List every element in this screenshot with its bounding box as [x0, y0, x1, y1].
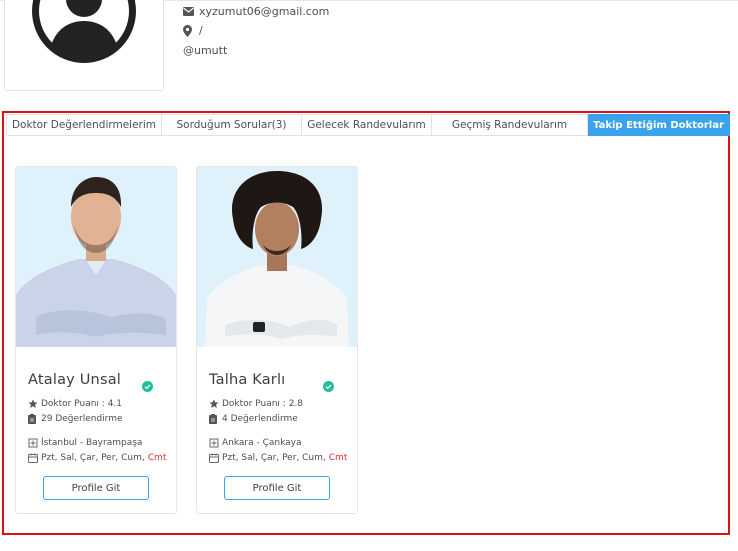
doctor-photo [16, 167, 176, 347]
doctor-card: Atalay Unsal Doktor Puanı : 4.1 29 Değer… [15, 166, 177, 514]
doctor-schedule: Pzt, Sal, Çar, Per, Cum, Cmt [28, 453, 166, 463]
doctor-location: Ankara - Çankaya [209, 438, 302, 448]
tab-upcoming-appointments[interactable]: Gelecek Randevularım [302, 114, 432, 136]
tab-followed-doctors[interactable]: Takip Ettiğim Doktorlar [588, 114, 730, 136]
profile-info: xyzumut06@gmail.com / @umutt [183, 2, 329, 60]
doctor-review-count: 4 Değerlendirme [209, 414, 298, 424]
username-handle: @umutt [183, 44, 228, 57]
tab-asked-questions[interactable]: Sorduğum Sorular(3) [162, 114, 302, 136]
doctor-name[interactable]: Talha Karlı [209, 372, 285, 388]
doctor-name[interactable]: Atalay Unsal [28, 372, 121, 388]
email-text[interactable]: xyzumut06@gmail.com [199, 5, 329, 18]
check-circle-icon [142, 377, 153, 396]
doctor-photo [197, 167, 357, 347]
envelope-icon [183, 7, 195, 16]
profile-button[interactable]: Profile Git [224, 476, 330, 500]
calendar-icon [209, 453, 219, 463]
location-row: / [183, 21, 329, 40]
star-icon [209, 399, 219, 409]
day-off: Cmt [328, 453, 348, 463]
doctor-location: İstanbul - Bayrampaşa [28, 438, 142, 448]
profile-button[interactable]: Profile Git [43, 476, 149, 500]
day-off: Cmt [147, 453, 167, 463]
doctor-schedule: Pzt, Sal, Çar, Per, Cum, Cmt [209, 453, 347, 463]
tab-doctor-reviews[interactable]: Doktor Değerlendirmelerim [6, 114, 162, 136]
profile-tabs: Doktor Değerlendirmelerim Sorduğum Sorul… [6, 114, 730, 137]
calendar-icon [28, 453, 38, 463]
clipboard-icon [209, 414, 219, 424]
map-pin-icon [183, 24, 195, 37]
profile-avatar-box [4, 0, 164, 91]
tab-past-appointments[interactable]: Geçmiş Randevularım [432, 114, 588, 136]
location-text: / [199, 24, 203, 37]
followed-doctors-panel: Doktor Değerlendirmelerim Sorduğum Sorul… [2, 111, 730, 535]
email-row: xyzumut06@gmail.com [183, 2, 329, 21]
doctor-rating: Doktor Puanı : 2.8 [209, 399, 303, 409]
doctor-rating: Doktor Puanı : 4.1 [28, 399, 122, 409]
doctor-card: Talha Karlı Doktor Puanı : 2.8 4 Değerle… [196, 166, 358, 514]
clipboard-icon [28, 414, 38, 424]
doctor-review-count: 29 Değerlendirme [28, 414, 123, 424]
star-icon [28, 399, 38, 409]
user-avatar-icon [32, 0, 136, 63]
handle-row: @umutt [183, 41, 329, 60]
hospital-icon [28, 438, 38, 448]
hospital-icon [209, 438, 219, 448]
check-circle-icon [323, 377, 334, 396]
